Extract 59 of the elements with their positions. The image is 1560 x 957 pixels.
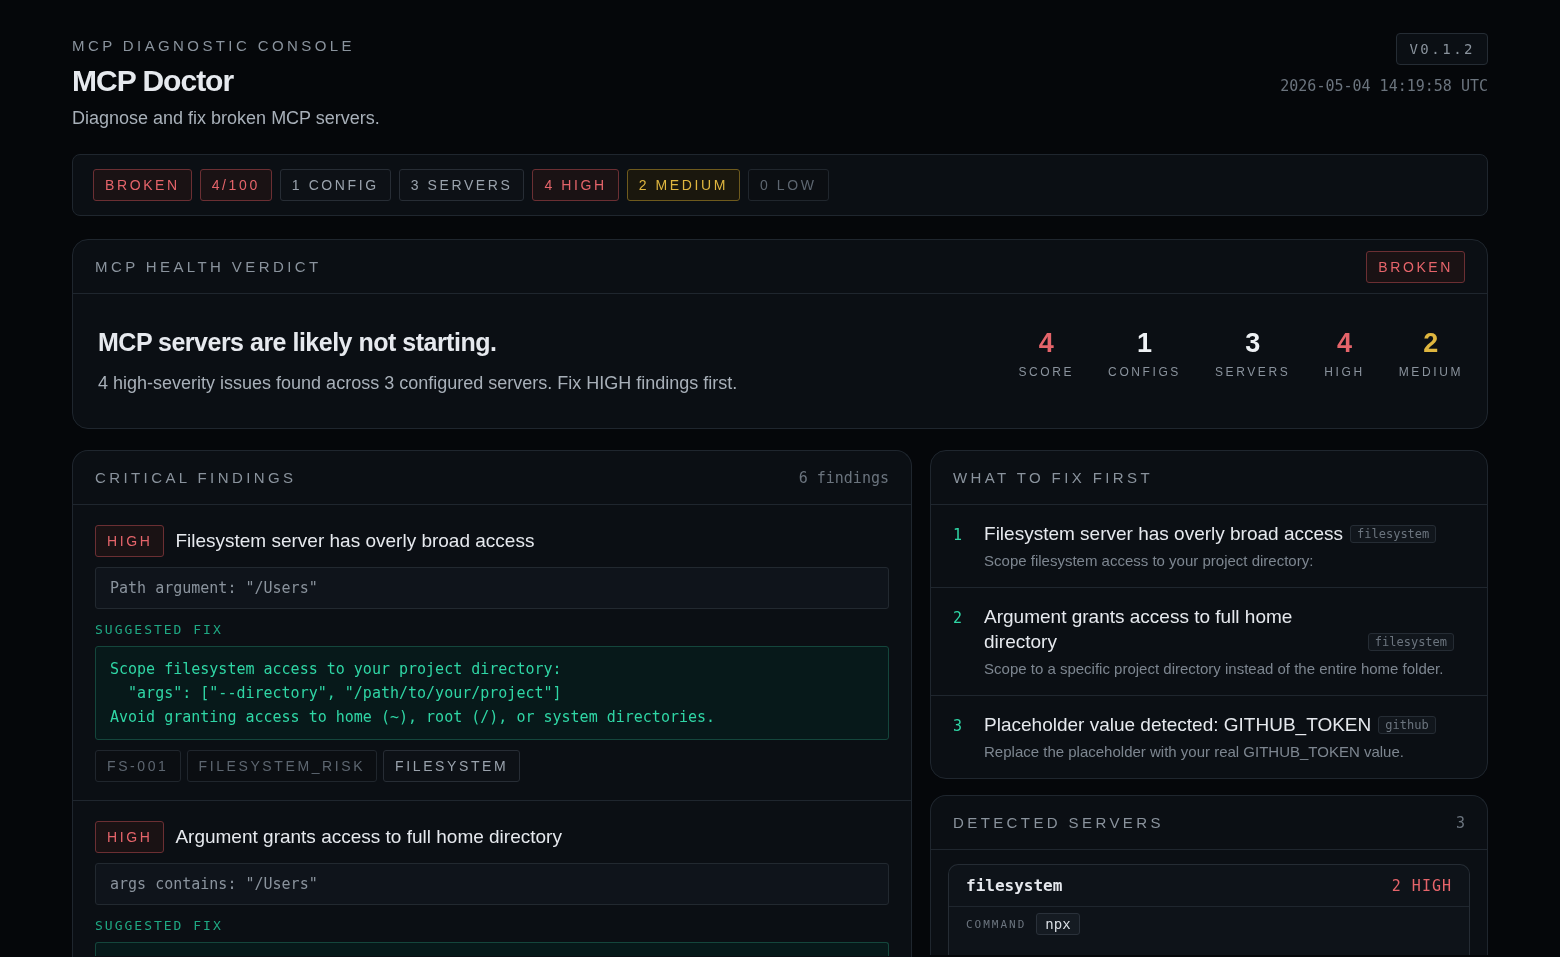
stat-label: MEDIUM [1398,364,1463,379]
fix-label: SUGGESTED FIX [95,918,224,933]
step-number: 1 [953,525,963,546]
verdict-description: 4 high-severity issues found across 3 configured servers. Fix HIGH findings first. [98,373,738,394]
fix-item-description: Scope filesystem access to your project directory: [984,551,1315,571]
section-heading: DETECTED SERVERS [953,814,1164,831]
field-label: COMMAND [966,917,1027,931]
fix-code-block: Scope filesystem access to your project directory: "args": ["--directory", "/path/to/your/project"] Avoid granting access to home (~), root (/), or system directories. [95,646,889,740]
verdict-title: MCP servers are likely not starting. [98,328,498,357]
field-value: npx [1036,913,1080,935]
fix-item-description: Replace the placeholder with your real GITHUB_TOKEN value. [984,742,1405,762]
version-badge: V0.1.2 [1396,33,1488,65]
summary-chip: 1 CONFIG [279,169,391,201]
stat-label: SERVERS [1215,364,1291,379]
stat-label: HIGH [1324,364,1365,379]
section-heading: MCP HEALTH VERDICT [95,258,322,275]
stat-value: 4 [1038,327,1054,359]
servers-count: 3 [1455,813,1465,832]
status-badge: BROKEN [1366,250,1465,283]
stat-value: 2 [1423,327,1439,359]
stat-value: 3 [1245,327,1261,359]
fix-label: SUGGESTED FIX [95,622,224,637]
finding-title: Filesystem server has overly broad access [175,530,535,552]
app-subtitle: Diagnose and fix broken MCP servers. [72,108,380,129]
summary-chip: 4/100 [199,169,272,201]
summary-chip: BROKEN [93,169,192,201]
summary-chip: 4 HIGH [532,169,619,201]
app-eyebrow: MCP DIAGNOSTIC CONSOLE [72,37,356,54]
step-number: 2 [953,608,963,629]
finding-title: Argument grants access to full home directory [175,826,562,848]
fix-item-title: Placeholder value detected: GITHUB_TOKEN [984,713,1372,737]
finding-tag: FILESYSTEM [383,750,521,782]
server-tag: filesystem [1367,633,1455,651]
server-name: filesystem [966,876,1063,895]
section-heading: WHAT TO FIX FIRST [953,469,1154,486]
summary-chip: 2 MEDIUM [626,169,740,201]
finding-tag: FS-001 [95,750,181,782]
app-title: MCP Doctor [72,64,235,98]
fix-item-title: Argument grants access to full home directory [984,605,1294,654]
severity-badge: HIGH [95,821,165,853]
findings-count: 6 findings [798,468,889,487]
timestamp: 2026-05-04 14:19:58 UTC [1280,77,1488,95]
fix-item-title: Filesystem server has overly broad access [984,522,1344,546]
stat-value: 1 [1137,327,1153,359]
stat-label: CONFIGS [1108,364,1181,379]
server-status: 2 HIGH [1391,876,1452,895]
stat-label: SCORE [1018,364,1075,379]
stat-value: 4 [1337,327,1353,359]
server-tag: github [1378,716,1436,734]
step-number: 3 [953,716,963,737]
summary-chip: 0 LOW [747,169,829,201]
finding-tag: FILESYSTEM_RISK [186,750,378,782]
section-heading: CRITICAL FINDINGS [95,469,297,486]
evidence-field: args contains: "/Users" [95,863,889,905]
summary-chip: 3 SERVERS [398,169,525,201]
server-tag: filesystem [1350,525,1437,543]
severity-badge: HIGH [95,525,165,557]
fix-item-description: Scope to a specific project directory instead of the entire home folder. [984,659,1445,679]
evidence-field: Path argument: "/Users" [95,567,889,609]
